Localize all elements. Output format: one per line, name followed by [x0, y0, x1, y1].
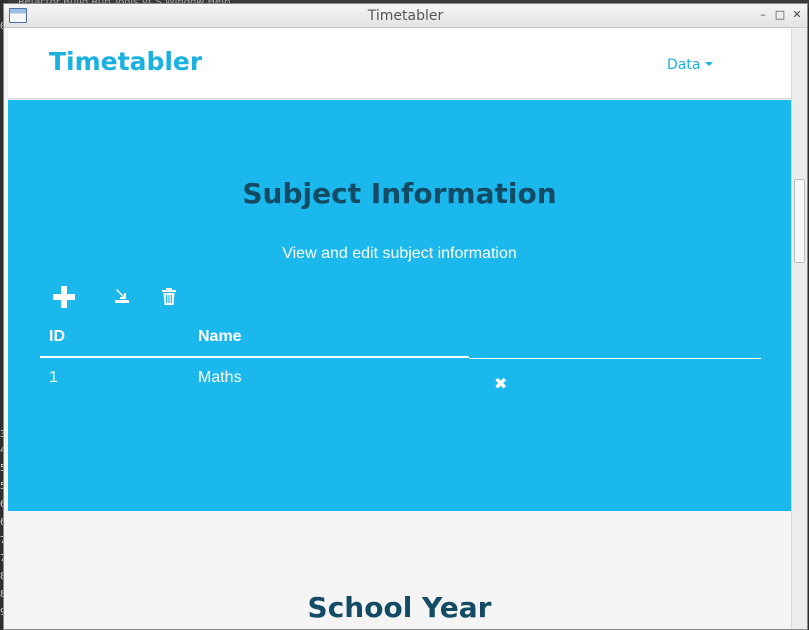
section-subtitle: View and edit subject information — [282, 245, 517, 262]
caret-down-icon — [705, 62, 714, 66]
data-dropdown[interactable]: Data — [667, 57, 714, 73]
download-icon — [115, 289, 129, 303]
cell-id[interactable]: 1 — [49, 369, 58, 387]
column-header-id[interactable]: ID — [49, 328, 65, 346]
scrollbar-thumb[interactable] — [794, 179, 805, 263]
trash-icon — [162, 288, 176, 305]
section-title: School Year — [307, 591, 492, 624]
header-divider — [469, 358, 761, 359]
header-divider — [40, 356, 469, 358]
maximize-button[interactable]: □ — [773, 8, 787, 22]
page-content: Timetabler Data Subject Information View… — [8, 29, 791, 629]
section-title: Subject Information — [242, 177, 557, 210]
window-title: Timetabler — [367, 8, 444, 24]
minimize-button[interactable]: – — [756, 8, 770, 22]
vertical-scrollbar[interactable] — [791, 29, 807, 629]
column-header-name[interactable]: Name — [198, 328, 242, 346]
data-dropdown-label: Data — [667, 57, 701, 73]
subject-information-section: Subject Information View and edit subjec… — [8, 100, 791, 511]
close-window-button[interactable]: ✕ — [790, 8, 804, 22]
close-icon: ✖ — [494, 374, 508, 393]
remove-row-button[interactable]: ✖ — [494, 374, 507, 393]
cell-name[interactable]: Maths — [198, 369, 242, 387]
brand-logo[interactable]: Timetabler — [49, 47, 202, 76]
navbar: Timetabler Data — [8, 29, 791, 99]
add-subject-button[interactable] — [52, 285, 76, 314]
school-year-section: School Year — [8, 511, 791, 629]
app-window: Timetabler – □ ✕ Timetabler Data Subject… — [3, 3, 808, 630]
delete-subjects-button[interactable] — [162, 288, 176, 309]
save-subjects-button[interactable] — [114, 288, 130, 308]
plus-icon — [53, 286, 75, 308]
window-titlebar[interactable]: Timetabler – □ ✕ — [4, 4, 807, 28]
